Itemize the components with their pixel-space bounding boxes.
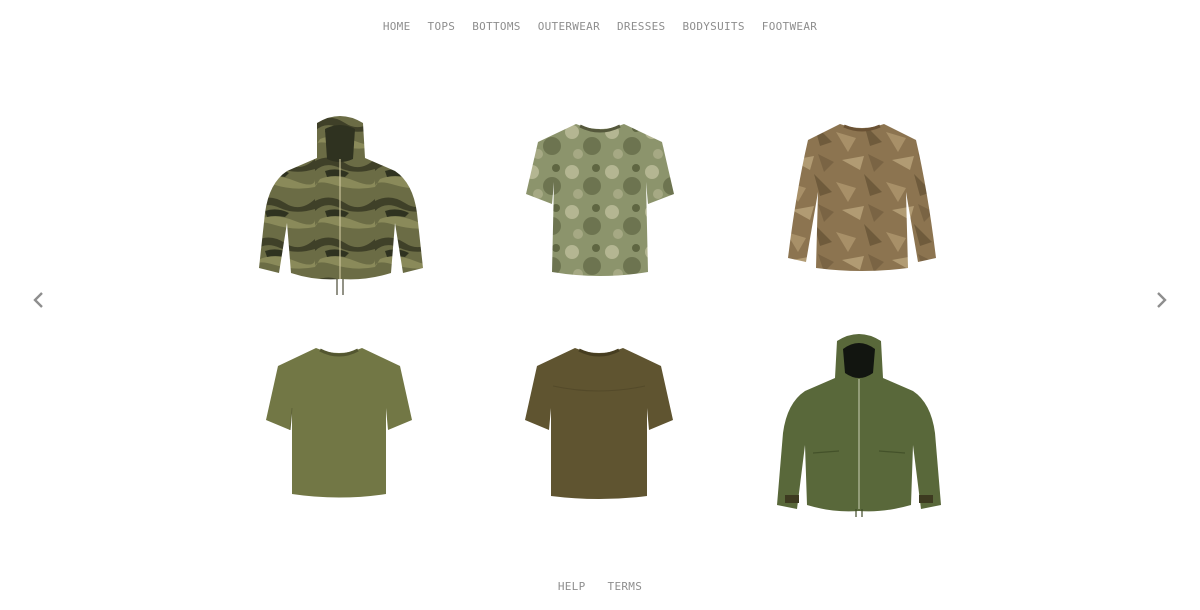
product-olive-tshirt[interactable]: [264, 346, 414, 501]
product-olive-hooded-jacket[interactable]: [773, 333, 945, 518]
product-camo-longsleeve[interactable]: [784, 122, 939, 274]
product-brown-tshirt[interactable]: [523, 346, 675, 502]
footer-help-link[interactable]: HELP: [558, 579, 586, 595]
product-camo-tshirt[interactable]: [524, 122, 676, 280]
product-image: [266, 348, 412, 498]
shop-page: HOME TOPS BOTTOMS OUTERWEAR DRESSES BODY…: [0, 0, 1200, 610]
product-image: [525, 348, 673, 499]
footer: HELP TERMS: [0, 579, 1200, 595]
product-image: [526, 124, 674, 276]
footer-terms-link[interactable]: TERMS: [608, 579, 643, 595]
product-image: [777, 334, 941, 517]
product-camo-hooded-jacket[interactable]: [255, 113, 427, 298]
product-grid: [0, 0, 1200, 610]
product-image: [259, 116, 423, 295]
product-image: [788, 124, 936, 271]
